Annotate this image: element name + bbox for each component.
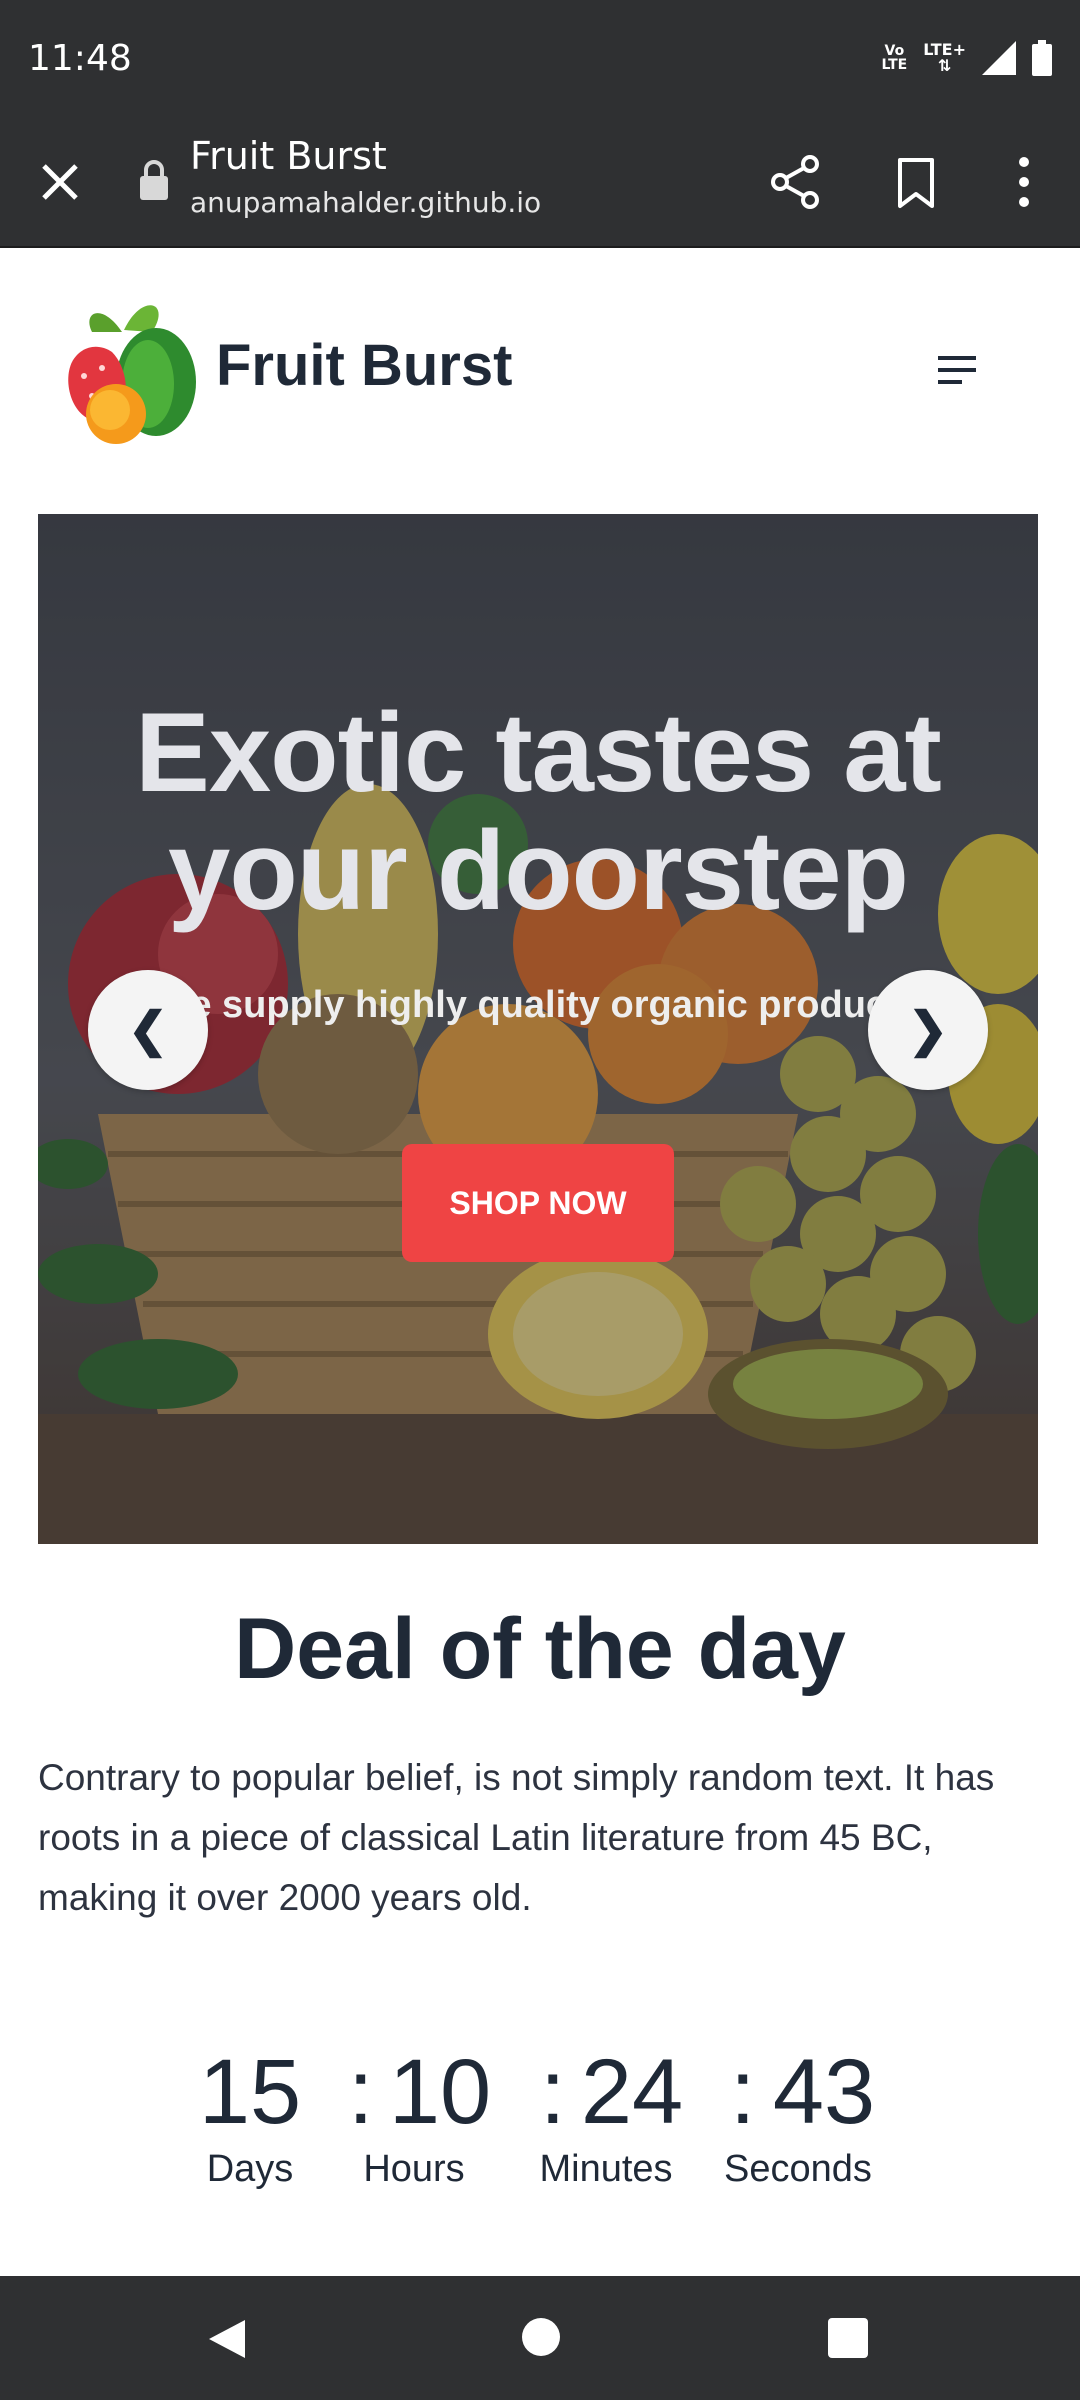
countdown-hours: 10 Hours [363, 2041, 492, 2190]
status-icons: Vo LTE LTE+ ⇅ [881, 40, 1052, 76]
bookmark-icon[interactable] [884, 150, 948, 214]
site-header: Fruit Burst [0, 248, 1080, 514]
brand-name[interactable]: Fruit Burst [216, 332, 512, 399]
countdown-minutes: 24 Minutes [539, 2041, 684, 2190]
fruit-logo-icon[interactable] [52, 292, 202, 448]
system-nav-bar [0, 2276, 1080, 2400]
lte-icon: LTE+ ⇅ [923, 40, 966, 75]
lock-icon [140, 160, 168, 200]
close-icon[interactable] [30, 152, 90, 212]
carousel-next-button[interactable]: ❯ [868, 970, 988, 1090]
back-icon[interactable] [205, 2316, 249, 2362]
countdown-seconds: 43 Seconds [724, 2041, 876, 2190]
home-icon[interactable] [522, 2318, 560, 2356]
chevron-right-icon: ❯ [907, 1004, 949, 1057]
shop-now-button[interactable]: SHOP NOW [402, 1144, 674, 1262]
deal-description: Contrary to popular belief, is not simpl… [38, 1757, 995, 1918]
countdown-timer: 15 Days : 10 Hours : 24 Minutes : 43 Sec… [0, 2040, 1080, 2200]
menu-icon[interactable] [932, 350, 982, 390]
deal-title: Deal of the day [234, 1601, 846, 1697]
more-options-icon[interactable] [1000, 150, 1048, 214]
carousel-prev-button[interactable]: ❮ [88, 970, 208, 1090]
share-icon[interactable] [764, 150, 828, 214]
hero-title: Exotic tastes at your doorstep [135, 690, 942, 933]
status-bar: 11:48 Vo LTE LTE+ ⇅ [0, 0, 1080, 124]
page-title[interactable]: Fruit Burst [190, 134, 387, 178]
chevron-left-icon: ❮ [127, 1004, 169, 1057]
browser-toolbar: Fruit Burst anupamahalder.github.io [0, 124, 1080, 248]
recent-apps-icon[interactable] [828, 2318, 868, 2358]
signal-icon [982, 41, 1016, 75]
page-url[interactable]: anupamahalder.github.io [190, 186, 541, 219]
status-time: 11:48 [28, 38, 132, 79]
hero-carousel: Exotic tastes at your doorstep We supply… [38, 514, 1038, 1544]
volte-icon: Vo LTE [881, 43, 908, 73]
battery-icon [1032, 40, 1052, 76]
countdown-days: 15 Days [198, 2041, 302, 2190]
